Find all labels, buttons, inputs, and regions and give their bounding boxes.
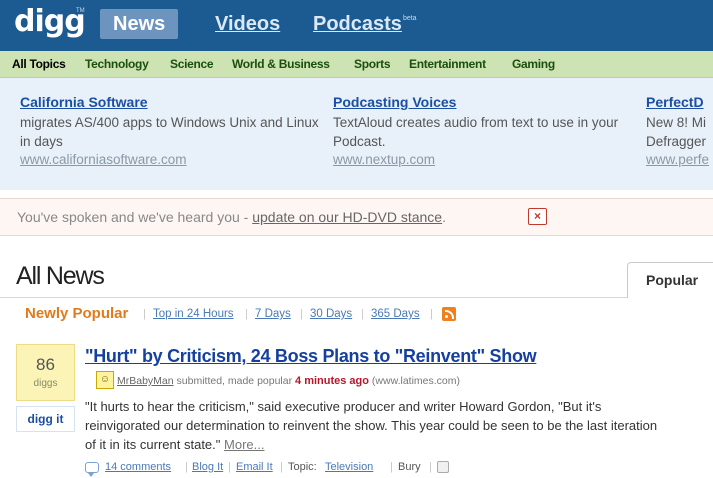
digg-count-box: 86 diggs	[16, 344, 75, 401]
topic-sports[interactable]: Sports	[354, 57, 391, 71]
announcement-notice: You've spoken and we've heard you - upda…	[0, 198, 713, 236]
submitter-link[interactable]: MrBabyMan	[117, 375, 174, 387]
ad-california-software: California Software migrates AS/400 apps…	[20, 94, 320, 167]
bury-icon[interactable]	[437, 461, 449, 473]
filter-newly-popular[interactable]: Newly Popular	[25, 305, 128, 322]
beta-badge: beta	[402, 15, 417, 22]
bury-button[interactable]: Bury	[398, 461, 421, 473]
ad-body: migrates AS/400 apps to Windows Unix and…	[20, 115, 319, 149]
sponsored-ads: California Software migrates AS/400 apps…	[0, 78, 713, 190]
rss-icon[interactable]	[442, 307, 456, 321]
ad-podcasting-voices: Podcasting Voices TextAloud creates audi…	[333, 94, 633, 167]
tab-popular[interactable]: Popular	[627, 262, 713, 298]
topic-science[interactable]: Science	[170, 57, 214, 71]
digg-count: 86	[36, 355, 55, 374]
story-source: (www.latimes.com)	[368, 374, 460, 387]
topic-world-business[interactable]: World & Business	[232, 57, 330, 71]
ad-url[interactable]: www.nextup.com	[333, 152, 633, 167]
user-avatar-icon[interactable]: ☺	[96, 371, 114, 389]
filter-365-days[interactable]: 365 Days	[371, 308, 420, 320]
comment-icon[interactable]	[85, 462, 99, 477]
topic-all-topics[interactable]: All Topics	[12, 57, 66, 71]
notice-text: You've spoken and we've heard you - upda…	[17, 209, 446, 225]
notice-link[interactable]: update on our HD-DVD stance	[252, 209, 442, 225]
comments-link[interactable]: 14 comments	[105, 461, 171, 473]
ad-title[interactable]: Podcasting Voices	[333, 94, 633, 110]
topic-entertainment[interactable]: Entertainment	[409, 57, 486, 71]
page-title: All News	[16, 262, 105, 290]
ad-body: New 8! Mi Defragger	[646, 115, 707, 149]
ad-body: TextAloud creates audio from text to use…	[333, 115, 619, 149]
email-it-link[interactable]: Email It	[236, 461, 273, 473]
digg-logo[interactable]: digg	[14, 4, 86, 39]
digg-it-button[interactable]: digg it	[16, 406, 75, 432]
topic-link[interactable]: Television	[325, 461, 373, 473]
story-meta: ☺ MrBabyMan submitted, made popular 4 min…	[96, 371, 460, 390]
topic-gaming[interactable]: Gaming	[512, 57, 555, 71]
story-title[interactable]: "Hurt" by Criticism, 24 Boss Plans to "R…	[85, 346, 537, 367]
digg-count-label: diggs	[33, 378, 58, 389]
topic-technology[interactable]: Technology	[85, 57, 149, 71]
close-icon[interactable]: ×	[528, 208, 547, 225]
ad-perfectdisk: PerfectD New 8! Mi Defragger www.perfe	[646, 94, 713, 167]
nav-tab-podcasts[interactable]: Podcastsbeta	[300, 9, 430, 39]
ad-url[interactable]: www.californiasoftware.com	[20, 152, 320, 167]
tab-divider	[0, 297, 713, 298]
nav-tab-news[interactable]: News	[100, 9, 179, 39]
logo-trademark: TM	[76, 8, 85, 14]
filter-top-24-hours[interactable]: Top in 24 Hours	[153, 308, 234, 320]
story-time: 4 minutes ago	[295, 374, 369, 387]
nav-tab-videos[interactable]: Videos	[202, 9, 293, 39]
blog-it-link[interactable]: Blog It	[192, 461, 223, 473]
ad-url[interactable]: www.perfe	[646, 152, 713, 167]
topic-label: Topic:	[288, 461, 317, 473]
more-link[interactable]: More...	[224, 437, 264, 452]
filter-30-days[interactable]: 30 Days	[310, 308, 352, 320]
filter-7-days[interactable]: 7 Days	[255, 308, 291, 320]
story-description: "It hurts to hear the criticism," said e…	[85, 399, 658, 452]
site-header: digg TM News Videos Podcastsbeta	[0, 0, 713, 51]
ad-title[interactable]: PerfectD	[646, 94, 713, 110]
topics-bar: All Topics Technology Science World & Bu…	[0, 51, 713, 78]
ad-title[interactable]: California Software	[20, 94, 320, 110]
